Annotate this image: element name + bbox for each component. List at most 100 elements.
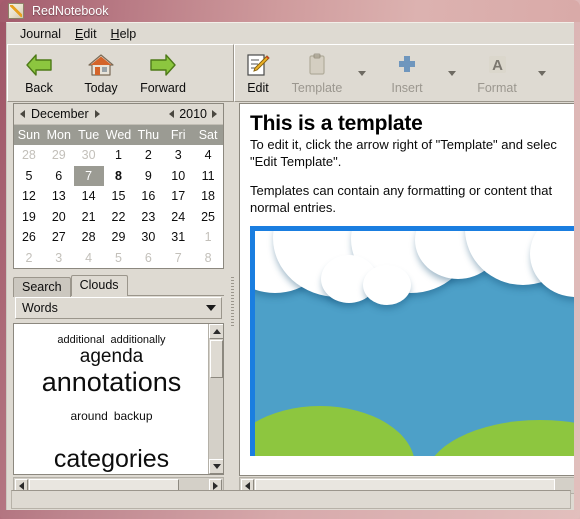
insert-button[interactable]: Insert — [371, 50, 443, 95]
calendar-day-cell[interactable]: 22 — [104, 207, 134, 228]
calendar-day-cell[interactable]: 30 — [74, 145, 104, 166]
cloud-word[interactable]: backup — [114, 409, 153, 423]
template-dropdown-arrow[interactable] — [353, 50, 371, 96]
cloud-type-value: Words — [22, 301, 58, 315]
calendar-year-nav: 2010 — [169, 107, 217, 121]
cloud-word[interactable]: around — [70, 409, 107, 423]
document-line-1: To edit it, click the arrow right of "Te… — [250, 137, 557, 152]
back-button[interactable]: Back — [8, 50, 70, 95]
calendar-day-cell[interactable]: 31 — [163, 227, 193, 248]
calendar-day-cell[interactable]: 29 — [104, 227, 134, 248]
calendar-prev-month-button[interactable] — [20, 110, 25, 118]
calendar-day-cell[interactable]: 19 — [14, 207, 44, 228]
calendar-weekday-fri: Fri — [170, 128, 186, 142]
calendar-day-cell[interactable]: 12 — [14, 186, 44, 207]
splitter-grip-icon — [231, 277, 234, 327]
calendar-day-cell[interactable]: 15 — [104, 186, 134, 207]
calendar-day-cell[interactable]: 17 — [163, 186, 193, 207]
menu-help[interactable]: Help — [104, 25, 144, 43]
cloud-word[interactable]: categories — [54, 446, 169, 473]
calendar-day-cell[interactable]: 6 — [133, 248, 163, 269]
calendar-day-cell[interactable]: 1 — [104, 145, 134, 166]
triangle-right-icon — [94, 110, 100, 118]
calendar-day-cell[interactable]: 9 — [133, 166, 163, 187]
cloud-type-select[interactable]: Words — [15, 297, 222, 319]
calendar-day-cell[interactable]: 4 — [193, 145, 223, 166]
calendar-next-year-button[interactable] — [212, 110, 217, 118]
triangle-up-icon — [212, 329, 221, 334]
calendar-day-cell[interactable]: 23 — [133, 207, 163, 228]
calendar-day-cell[interactable]: 5 — [14, 166, 44, 187]
calendar-day-grid[interactable]: 28 29 30 1 2 3 4 5 6 7 8 9 10 11 12 13 14 15 16 17 18 19 20 21 2… — [14, 145, 223, 268]
cloud-word[interactable]: additionally — [111, 334, 166, 347]
calendar-day-cell[interactable]: 2 — [133, 145, 163, 166]
entry-text-view[interactable]: This is a template To edit it, click the… — [239, 103, 574, 476]
calendar-day-cell[interactable]: 13 — [44, 186, 74, 207]
cloud-word[interactable]: agenda — [80, 347, 143, 368]
word-cloud-vertical-scrollbar[interactable] — [208, 324, 223, 474]
calendar-day-cell[interactable]: 8 — [193, 248, 223, 269]
calendar-day-cell[interactable]: 18 — [193, 186, 223, 207]
calendar-day-cell[interactable]: 25 — [193, 207, 223, 228]
word-cloud-content: additional additionally agenda annotations a… — [14, 324, 209, 474]
calendar-day-cell[interactable]: 2 — [14, 248, 44, 269]
calendar-day-cell[interactable]: 7 — [163, 248, 193, 269]
scroll-down-button[interactable] — [209, 459, 223, 474]
green-hill-left — [255, 406, 415, 456]
title-bar[interactable]: RedNotebook — [0, 0, 580, 22]
calendar-day-cell[interactable]: 8 — [104, 166, 134, 187]
calendar-day-cell[interactable]: 26 — [14, 227, 44, 248]
triangle-left-icon — [20, 110, 25, 118]
calendar-prev-year-button[interactable] — [169, 110, 175, 118]
calendar-year-label: 2010 — [179, 107, 207, 121]
home-icon — [86, 50, 116, 80]
calendar-day-cell[interactable]: 11 — [193, 166, 223, 187]
calendar-day-cell[interactable]: 4 — [74, 248, 104, 269]
pane-splitter[interactable] — [229, 102, 236, 510]
calendar-day-cell[interactable]: 3 — [44, 248, 74, 269]
calendar-day-cell[interactable]: 5 — [104, 248, 134, 269]
cloud-word[interactable]: additional — [57, 334, 104, 347]
calendar-day-cell[interactable]: 28 — [74, 227, 104, 248]
calendar-day-cell[interactable]: 16 — [133, 186, 163, 207]
menu-journal-label: Journal — [20, 26, 61, 41]
today-button[interactable]: Today — [70, 50, 132, 95]
tab-clouds[interactable]: Clouds — [70, 275, 128, 296]
calendar-month-nav: December — [20, 107, 100, 121]
calendar-day-cell[interactable]: 21 — [74, 207, 104, 228]
format-dropdown-arrow[interactable] — [533, 50, 551, 96]
calendar-day-cell[interactable]: 24 — [163, 207, 193, 228]
cloud-word[interactable]: annotations — [42, 367, 182, 397]
calendar-day-cell[interactable]: 1 — [193, 227, 223, 248]
vertical-scroll-thumb[interactable] — [210, 340, 223, 378]
document-line-4: normal entries. — [250, 199, 336, 215]
template-button[interactable]: Template — [281, 50, 353, 95]
forward-button[interactable]: Forward — [132, 50, 194, 95]
calendar-day-cell[interactable]: 27 — [44, 227, 74, 248]
format-button[interactable]: A Format — [461, 50, 533, 95]
scroll-up-button[interactable] — [209, 324, 223, 339]
chevron-down-icon — [538, 70, 546, 76]
cloud-gap — [18, 424, 205, 446]
word-cloud-panel[interactable]: additional additionally agenda annotations a… — [13, 323, 224, 475]
calendar-day-cell[interactable]: 7 — [73, 165, 104, 186]
calendar-day-cell[interactable]: 10 — [163, 166, 193, 187]
calendar-day-cell[interactable]: 3 — [163, 145, 193, 166]
calendar-day-cell[interactable]: 20 — [44, 207, 74, 228]
calendar-day-cell[interactable]: 14 — [74, 186, 104, 207]
tab-search[interactable]: Search — [13, 277, 71, 297]
menu-edit[interactable]: Edit — [68, 25, 104, 43]
calendar-day-cell[interactable]: 6 — [44, 166, 74, 187]
calendar-day-cell[interactable]: 30 — [133, 227, 163, 248]
application-window: RedNotebook Journal Edit Help Back Today… — [0, 0, 580, 519]
edit-toolbar: Edit Template Insert A Format — [234, 44, 574, 102]
edit-button[interactable]: Edit — [235, 50, 281, 95]
calendar-day-cell[interactable]: 28 — [14, 145, 44, 166]
tab-strip-filler — [127, 294, 224, 296]
insert-dropdown-arrow[interactable] — [443, 50, 461, 96]
calendar-weekday-sat: Sat — [198, 128, 218, 142]
calendar-day-cell[interactable]: 29 — [44, 145, 74, 166]
calendar-next-month-button[interactable] — [94, 110, 100, 118]
menu-journal[interactable]: Journal — [13, 25, 68, 43]
calendar-widget[interactable]: December 2010 Sun Mon Tue Wed Thu Fri Sat 28 29… — [13, 103, 224, 269]
